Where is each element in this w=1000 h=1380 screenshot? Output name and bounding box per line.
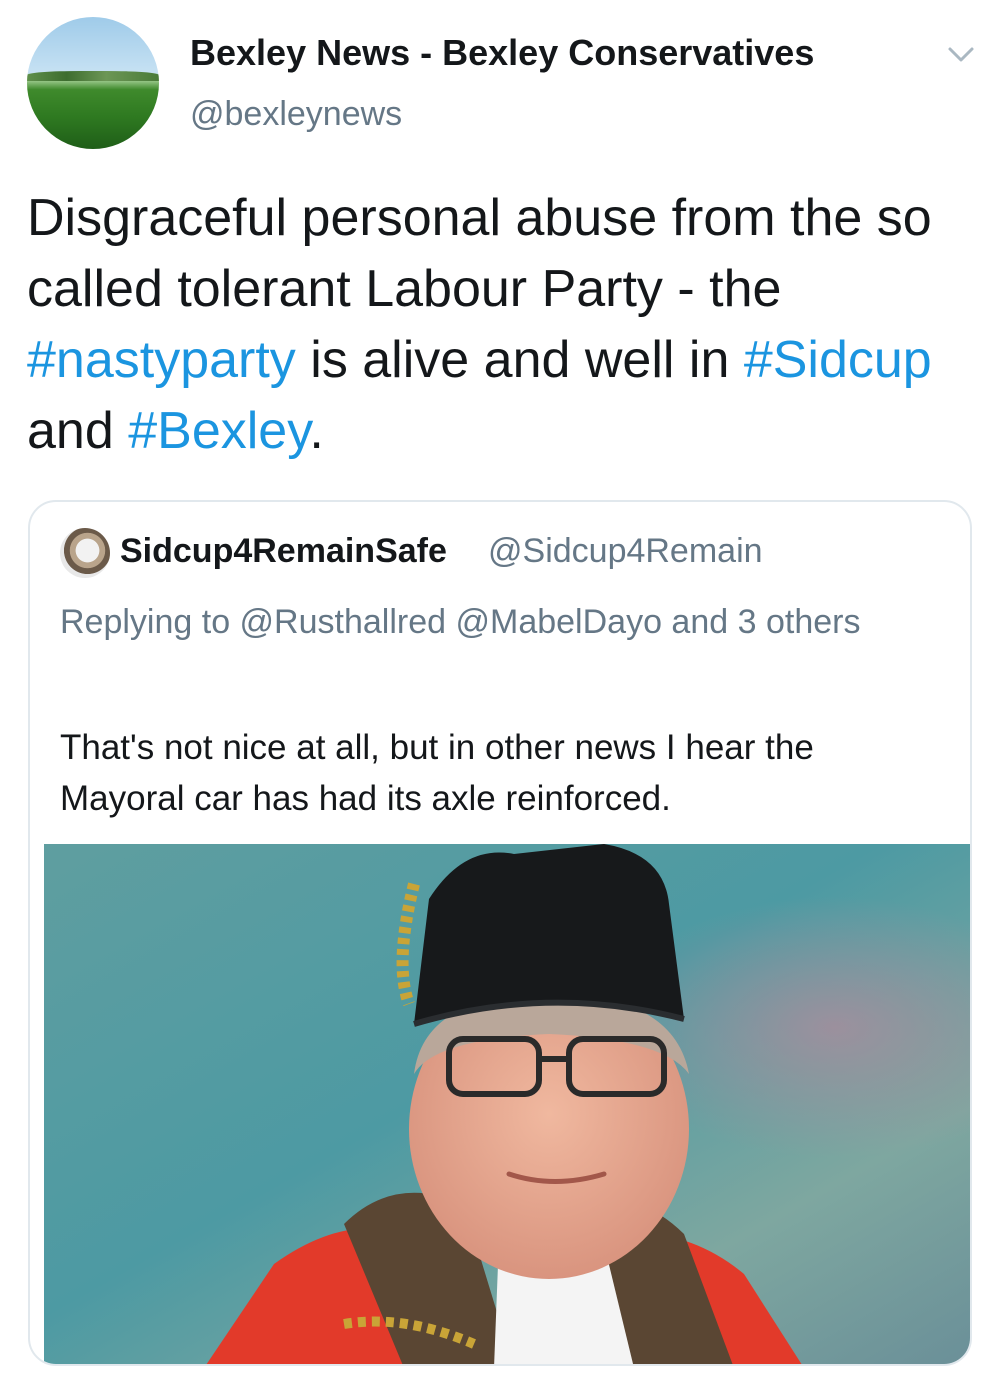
tweet-text-segment: is alive and well in — [295, 331, 744, 389]
author-avatar[interactable] — [27, 17, 159, 149]
quoted-photo[interactable] — [44, 844, 970, 1364]
quoted-author-avatar — [60, 528, 110, 578]
quoted-tweet-text: That's not nice at all, but in other new… — [60, 728, 814, 818]
tweet-text-segment: . — [309, 402, 324, 460]
author-handle[interactable]: @bexleynews — [190, 95, 402, 134]
hashtag-link[interactable]: #Bexley — [128, 402, 309, 460]
chevron-down-icon[interactable] — [944, 40, 978, 70]
hashtag-link[interactable]: #nastyparty — [27, 331, 296, 389]
tweet-text-segment: and — [27, 402, 129, 460]
tweet-text: Disgraceful personal abuse from the so c… — [27, 183, 977, 467]
hashtag-link[interactable]: #Sidcup — [744, 331, 932, 389]
author-name[interactable]: Bexley News - Bexley Conservatives — [190, 32, 814, 74]
portrait-illustration — [44, 844, 970, 1364]
avatar-treeline — [27, 71, 159, 81]
replying-to-prefix: Replying to — [60, 603, 240, 641]
replying-to: Replying to @Rusthallred @MabelDayo and … — [60, 597, 920, 647]
reply-mentions[interactable]: @Rusthallred @MabelDayo — [240, 603, 662, 641]
quoted-tweet[interactable]: Sidcup4RemainSafe @Sidcup4Remain Replyin… — [28, 500, 972, 1366]
replying-to-suffix: and 3 others — [661, 603, 861, 641]
quoted-author-handle: @Sidcup4Remain — [488, 532, 763, 570]
tweet-text-segment: Disgraceful personal abuse from the so c… — [27, 189, 932, 318]
quoted-author-name: Sidcup4RemainSafe — [120, 532, 447, 570]
